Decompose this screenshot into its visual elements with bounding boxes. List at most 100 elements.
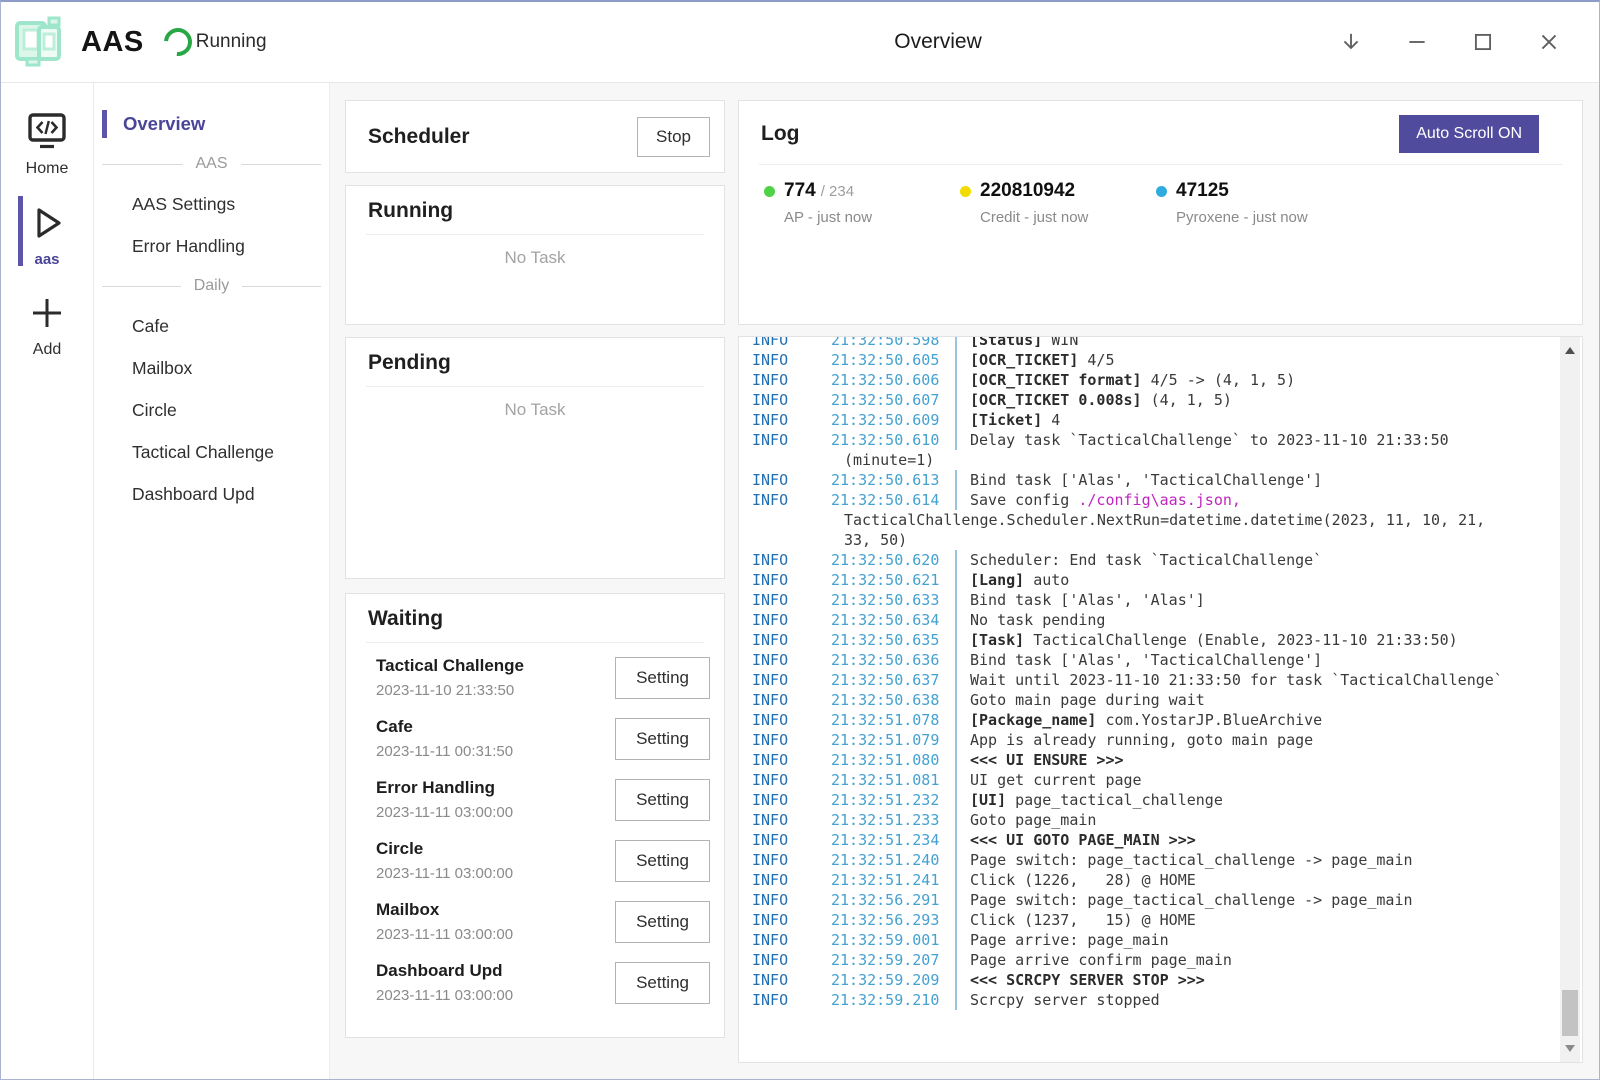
log-level: INFO [752,336,831,350]
log-level: INFO [752,390,831,410]
arrow-down-icon[interactable] [1335,26,1367,58]
auto-scroll-button[interactable]: Auto Scroll ON [1399,115,1539,153]
log-separator [955,370,970,390]
stat-value: 220810942 [980,180,1075,202]
waiting-task-list: Tactical Challenge2023-11-10 21:33:50Set… [346,643,724,1013]
task-setting-button[interactable]: Setting [615,840,710,882]
log-line: INFO21:32:50.613Bind task ['Alas', 'Tact… [752,470,1556,490]
log-separator [955,890,970,910]
log-message: Wait until 2023-11-10 21:33:50 for task … [970,670,1503,690]
nav-section-label: Daily [194,277,230,295]
log-level: INFO [752,830,831,850]
log-level: INFO [752,570,831,590]
log-separator [955,350,970,370]
log-message: Bind task ['Alas', 'Alas'] [970,590,1205,610]
waiting-task-info: Dashboard Upd2023-11-11 03:00:00 [376,961,513,1004]
rail-item-aas[interactable]: aas [1,192,93,276]
log-lines: INFO21:32:50.598[Status] WININFO21:32:50… [752,336,1556,1010]
stat-value: 47125 [1176,180,1229,202]
log-level: INFO [752,730,831,750]
sidebar-item-mailbox[interactable]: Mailbox [94,347,329,389]
log-timestamp: 21:32:51.234 [831,830,955,850]
log-scrollbar[interactable] [1560,337,1580,1062]
log-message: Save config ./config\aas.json, [970,490,1241,510]
stat-value-row: 220810942 [960,180,1156,202]
sidebar-item-dashboard-upd[interactable]: Dashboard Upd [94,473,329,515]
log-separator [955,950,970,970]
log-separator [955,410,970,430]
sidebar-item-tactical-challenge[interactable]: Tactical Challenge [94,431,329,473]
log-message: Click (1226, 28) @ HOME [970,870,1196,890]
close-icon[interactable] [1533,26,1565,58]
task-setting-button[interactable]: Setting [615,901,710,943]
task-setting-button[interactable]: Setting [615,779,710,821]
log-timestamp: 21:32:56.291 [831,890,955,910]
log-message: Scrcpy server stopped [970,990,1160,1010]
rail-item-add[interactable]: Add [1,282,93,367]
sidebar-item-circle[interactable]: Circle [94,389,329,431]
nav-section-label: AAS [196,155,228,173]
scrollbar-thumb[interactable] [1562,990,1578,1036]
waiting-task-row: Dashboard Upd2023-11-11 03:00:00 Setting [376,952,710,1013]
stat-pyroxene: 47125Pyroxene - just now [1156,180,1352,226]
log-message-wrap: TacticalChallenge.Scheduler.NextRun=date… [752,510,1485,530]
log-line: INFO21:32:50.635[Task] TacticalChallenge… [752,630,1556,650]
scrollbar-up-arrow-icon[interactable] [1565,347,1575,354]
stop-button[interactable]: Stop [637,117,710,157]
app-logo-icon [13,15,67,69]
log-level: INFO [752,350,831,370]
log-separator [955,570,970,590]
sidebar-item-aas-settings[interactable]: AAS Settings [94,183,329,225]
waiting-task-info: Circle2023-11-11 03:00:00 [376,839,513,882]
log-message: [Lang] auto [970,570,1069,590]
log-level: INFO [752,870,831,890]
log-level: INFO [752,710,831,730]
waiting-task-next-run: 2023-11-11 03:00:00 [376,926,513,943]
sidebar-item-cafe[interactable]: Cafe [94,305,329,347]
icon-rail: Home aas Add [1,83,94,1079]
rail-item-home[interactable]: Home [1,101,93,186]
waiting-task-name: Tactical Challenge [376,656,524,676]
maximize-icon[interactable] [1467,26,1499,58]
waiting-task-info: Error Handling2023-11-11 03:00:00 [376,778,513,821]
log-separator [955,590,970,610]
scrollbar-down-arrow-icon[interactable] [1565,1045,1575,1052]
divider-line [102,286,181,287]
resource-stats: 774/ 234AP - just now220810942Credit - j… [739,165,1582,226]
stat-label: AP - just now [784,209,960,226]
log-message: [Package_name] com.YostarJP.BlueArchive [970,710,1322,730]
log-line: INFO21:32:50.633Bind task ['Alas', 'Alas… [752,590,1556,610]
log-separator [955,470,970,490]
sidebar-item-overview[interactable]: Overview [94,103,329,145]
log-line: INFO21:32:59.210Scrcpy server stopped [752,990,1556,1010]
log-timestamp: 21:32:50.634 [831,610,955,630]
log-level: INFO [752,890,831,910]
log-level: INFO [752,550,831,570]
log-separator [955,710,970,730]
log-line: INFO21:32:51.234<<< UI GOTO PAGE_MAIN >>… [752,830,1556,850]
log-output-panel: INFO21:32:50.598[Status] WININFO21:32:50… [738,336,1583,1063]
task-setting-button[interactable]: Setting [615,962,710,1004]
sidebar-item-error-handling[interactable]: Error Handling [94,225,329,267]
minimize-icon[interactable] [1401,26,1433,58]
log-line: INFO21:32:50.606[OCR_TICKET format] 4/5 … [752,370,1556,390]
pending-card: Pending No Task [345,337,725,579]
waiting-task-next-run: 2023-11-11 03:00:00 [376,865,513,882]
log-line-continuation: (minute=1) [752,450,1556,470]
log-timestamp: 21:32:50.605 [831,350,955,370]
task-setting-button[interactable]: Setting [615,718,710,760]
log-line: INFO21:32:50.598[Status] WIN [752,336,1556,350]
stat-value: 774 [784,180,816,202]
main-panel: Scheduler Stop Running No Task Pending N… [330,83,1599,1079]
log-level: INFO [752,950,831,970]
log-timestamp: 21:32:50.598 [831,336,955,350]
waiting-task-name: Dashboard Upd [376,961,513,981]
log-separator [955,990,970,1010]
task-setting-button[interactable]: Setting [615,657,710,699]
log-timestamp: 21:32:51.232 [831,790,955,810]
log-separator [955,770,970,790]
divider [366,386,704,387]
divider-line [241,164,322,165]
log-timestamp: 21:32:59.001 [831,930,955,950]
log-message: Goto main page during wait [970,690,1205,710]
